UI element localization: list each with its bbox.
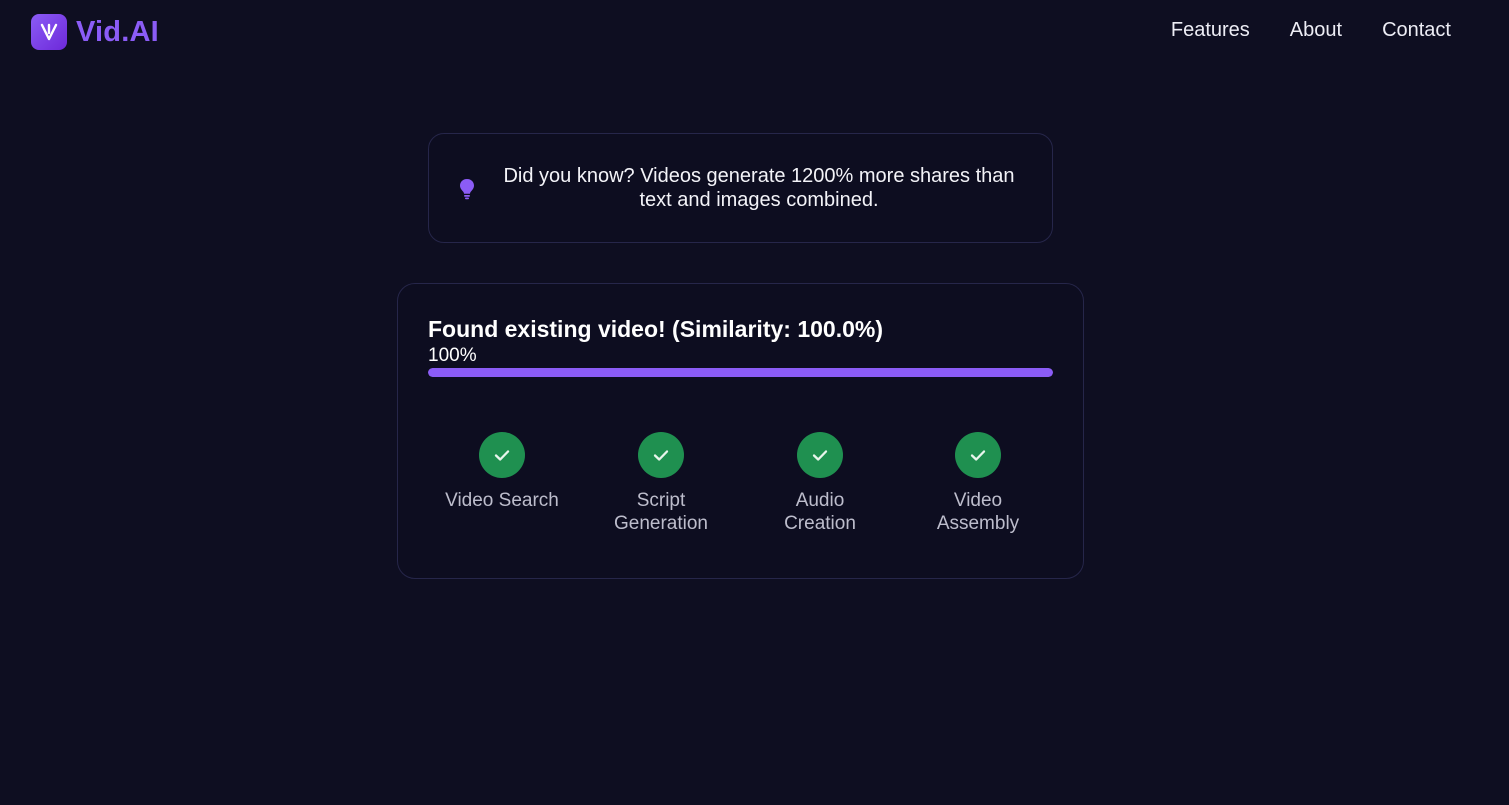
nav-features-link[interactable]: Features	[1171, 19, 1250, 42]
brand-link[interactable]: Vid.AI	[31, 14, 159, 50]
progress-card: Found existing video! (Similarity: 100.0…	[397, 283, 1084, 579]
step-video-search: Video Search	[432, 432, 572, 512]
check-icon	[955, 432, 1001, 478]
nav-contact-link[interactable]: Contact	[1382, 19, 1451, 42]
navbar: Vid.AI Features About Contact	[0, 0, 1509, 64]
check-icon	[797, 432, 843, 478]
step-label: Video Assembly	[936, 490, 1020, 534]
v-logo-icon	[31, 14, 67, 50]
progress-percent: 100%	[428, 345, 477, 366]
progress-bar	[428, 368, 1053, 377]
brand-name: Vid.AI	[76, 15, 159, 48]
tip-card: Did you know? Videos generate 1200% more…	[428, 133, 1053, 243]
step-video-assembly: Video Assembly	[908, 432, 1048, 535]
step-script-generation: Script Generation	[591, 432, 731, 535]
status-title: Found existing video! (Similarity: 100.0…	[428, 316, 883, 342]
lightbulb-icon	[458, 178, 476, 200]
nav-about-link[interactable]: About	[1290, 19, 1342, 42]
check-icon	[479, 432, 525, 478]
tip-text: Did you know? Videos generate 1200% more…	[503, 165, 1015, 211]
check-icon	[638, 432, 684, 478]
step-list: Video Search Script Generation Audio Cre…	[428, 432, 1053, 542]
step-label: Script Generation	[613, 490, 708, 534]
step-label: Video Search	[445, 490, 559, 511]
step-label: Audio Creation	[784, 490, 856, 534]
step-audio-creation: Audio Creation	[750, 432, 890, 535]
nav-links: Features About Contact	[1171, 19, 1451, 42]
progress-fill	[428, 368, 1053, 377]
